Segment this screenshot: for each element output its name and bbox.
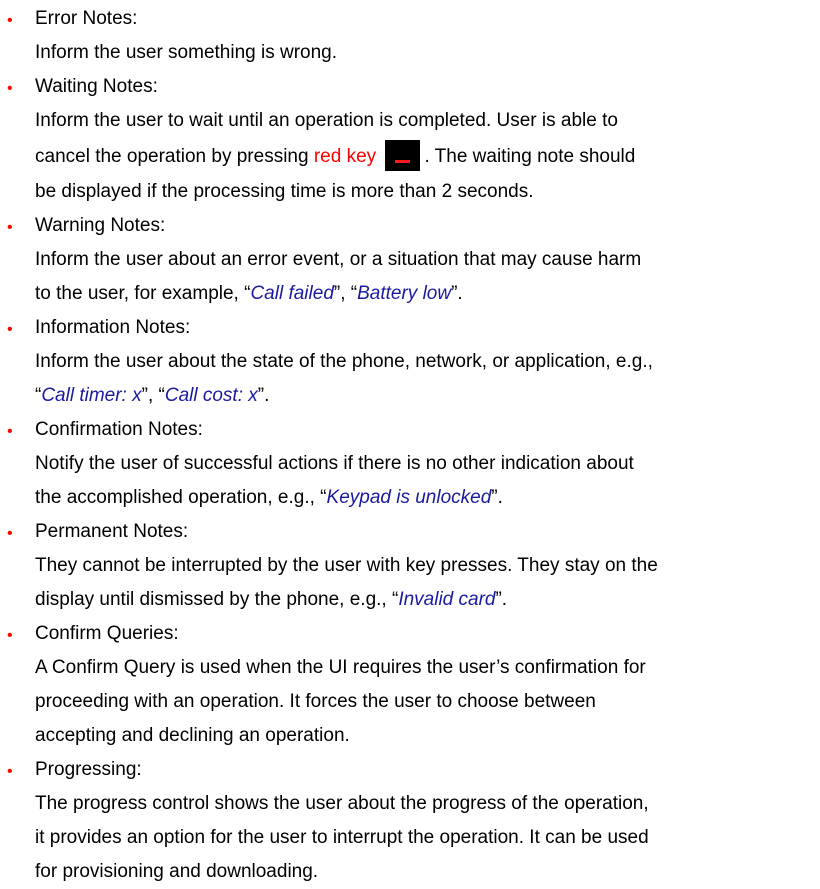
text-run: display until dismissed by the phone, e.… bbox=[35, 589, 399, 610]
item-description-line: “Call timer: x”, “Call cost: x”. bbox=[35, 379, 820, 413]
list-item-information-notes: • Information Notes: Inform the user abo… bbox=[0, 311, 820, 413]
text-run: ”. bbox=[451, 283, 463, 304]
red-key-icon bbox=[385, 140, 421, 171]
item-heading: Information Notes: bbox=[35, 317, 191, 338]
item-description-line: proceeding with an operation. It forces … bbox=[35, 691, 596, 712]
bullet-dot-icon: • bbox=[7, 763, 13, 780]
document-body: • Error Notes: Inform the user something… bbox=[0, 2, 820, 889]
item-description-line: Inform the user about the state of the p… bbox=[35, 351, 653, 372]
text-run: cancel the operation by pressing bbox=[35, 146, 314, 167]
list-item-confirmation-notes: • Confirmation Notes: Notify the user of… bbox=[0, 413, 820, 515]
example-quote: Call failed bbox=[250, 283, 334, 304]
example-quote: Keypad is unlocked bbox=[326, 487, 492, 508]
text-run: the accomplished operation, e.g., “ bbox=[35, 487, 327, 508]
item-description-line: A Confirm Query is used when the UI requ… bbox=[35, 657, 646, 678]
example-quote: Call timer: x bbox=[41, 385, 142, 406]
item-description-line: the accomplished operation, e.g., “Keypa… bbox=[35, 481, 820, 515]
text-run: to the user, for example, “ bbox=[35, 283, 251, 304]
item-description-line: They cannot be interrupted by the user w… bbox=[35, 555, 658, 576]
bullet-dot-icon: • bbox=[7, 627, 13, 644]
example-quote: Invalid card bbox=[398, 589, 496, 610]
text-run: ”, “ bbox=[333, 283, 358, 304]
bullet-dot-icon: • bbox=[7, 321, 13, 338]
list-item-error-notes: • Error Notes: Inform the user something… bbox=[0, 2, 820, 70]
item-heading: Confirm Queries: bbox=[35, 623, 179, 644]
item-description-line: for provisioning and downloading. bbox=[35, 861, 319, 882]
item-heading: Progressing: bbox=[35, 759, 142, 780]
item-description-line: accepting and declining an operation. bbox=[35, 725, 350, 746]
item-heading: Confirmation Notes: bbox=[35, 419, 203, 440]
list-item-warning-notes: • Warning Notes: Inform the user about a… bbox=[0, 209, 820, 311]
example-quote: Call cost: x bbox=[164, 385, 258, 406]
item-description-line: Inform the user to wait until an operati… bbox=[35, 110, 618, 131]
text-run: ”. bbox=[495, 589, 508, 610]
bullet-dot-icon: • bbox=[7, 12, 13, 29]
item-heading: Permanent Notes: bbox=[35, 521, 189, 542]
item-description-line: Inform the user about an error event, or… bbox=[35, 249, 642, 270]
bullet-dot-icon: • bbox=[7, 219, 13, 236]
list-item-confirm-queries: • Confirm Queries: A Confirm Query is us… bbox=[0, 617, 820, 753]
item-description-line: cancel the operation by pressing red key… bbox=[35, 138, 820, 175]
text-run: ”. bbox=[257, 385, 270, 406]
item-heading: Warning Notes: bbox=[35, 215, 166, 236]
item-description-line: be displayed if the processing time is m… bbox=[35, 181, 534, 202]
item-heading: Error Notes: bbox=[35, 8, 138, 29]
item-description: Inform the user something is wrong. bbox=[35, 42, 338, 63]
item-heading: Waiting Notes: bbox=[35, 76, 158, 97]
red-key-label: red key bbox=[313, 146, 377, 167]
item-description-line: Notify the user of successful actions if… bbox=[35, 453, 634, 474]
item-description-line: to the user, for example, “Call failed”,… bbox=[35, 277, 820, 311]
item-description-line: it provides an option for the user to in… bbox=[35, 827, 649, 848]
text-run: . The waiting note should bbox=[424, 146, 636, 167]
bullet-dot-icon: • bbox=[7, 80, 13, 97]
bullet-dot-icon: • bbox=[7, 525, 13, 542]
bullet-dot-icon: • bbox=[7, 423, 13, 440]
item-description-line: display until dismissed by the phone, e.… bbox=[35, 583, 820, 617]
text-run: ”, “ bbox=[141, 385, 165, 406]
list-item-permanent-notes: • Permanent Notes: They cannot be interr… bbox=[0, 515, 820, 617]
list-item-waiting-notes: • Waiting Notes: Inform the user to wait… bbox=[0, 70, 820, 209]
item-description-line: The progress control shows the user abou… bbox=[35, 793, 649, 814]
list-item-progressing: • Progressing: The progress control show… bbox=[0, 753, 820, 889]
text-run: ”. bbox=[491, 487, 503, 508]
example-quote: Battery low bbox=[357, 283, 452, 304]
